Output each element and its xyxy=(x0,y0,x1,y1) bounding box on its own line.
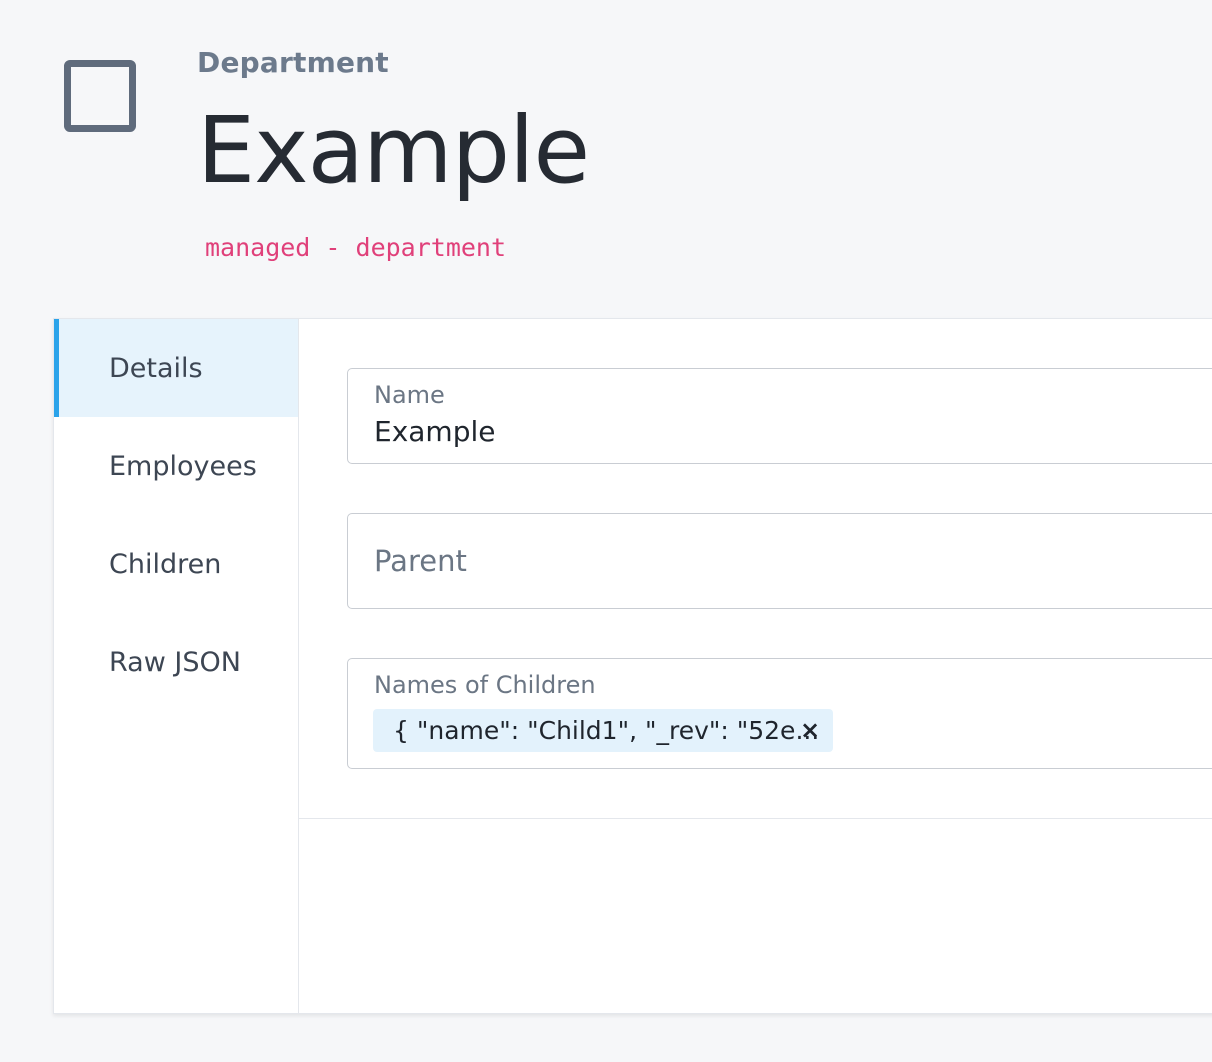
square-outline-icon xyxy=(64,60,136,132)
children-field-label: Names of Children xyxy=(374,671,596,699)
children-names-field[interactable]: Names of Children { "name": "Child1", "_… xyxy=(347,658,1212,769)
form-divider xyxy=(299,818,1212,819)
entity-type-label: Department xyxy=(197,46,389,79)
nav-item-label: Raw JSON xyxy=(109,646,241,678)
side-nav: Details Employees Children Raw JSON xyxy=(54,319,299,1013)
managed-object-path: managed - department xyxy=(205,233,507,262)
name-field[interactable]: Name Example xyxy=(347,368,1212,464)
child-tag-text: { "name": "Child1", "_rev": "52e... xyxy=(393,716,820,745)
name-field-value[interactable]: Example xyxy=(374,415,495,448)
nav-item-label: Details xyxy=(109,352,203,384)
details-card: Details Employees Children Raw JSON Name… xyxy=(53,318,1212,1014)
nav-item-details[interactable]: Details xyxy=(54,319,298,417)
nav-item-raw-json[interactable]: Raw JSON xyxy=(54,613,298,711)
page-title: Example xyxy=(197,97,590,204)
page-header: Department Example managed - department xyxy=(0,0,1212,318)
parent-field[interactable]: Parent xyxy=(347,513,1212,609)
nav-item-label: Children xyxy=(109,548,222,580)
child-tag-chip[interactable]: { "name": "Child1", "_rev": "52e... × xyxy=(373,709,833,752)
nav-item-label: Employees xyxy=(109,450,257,482)
details-form: Name Example Parent Names of Children { … xyxy=(299,319,1212,1013)
parent-field-placeholder: Parent xyxy=(374,544,467,578)
nav-item-employees[interactable]: Employees xyxy=(54,417,298,515)
name-field-label: Name xyxy=(374,381,445,409)
nav-item-children[interactable]: Children xyxy=(54,515,298,613)
close-icon[interactable]: × xyxy=(797,716,823,744)
